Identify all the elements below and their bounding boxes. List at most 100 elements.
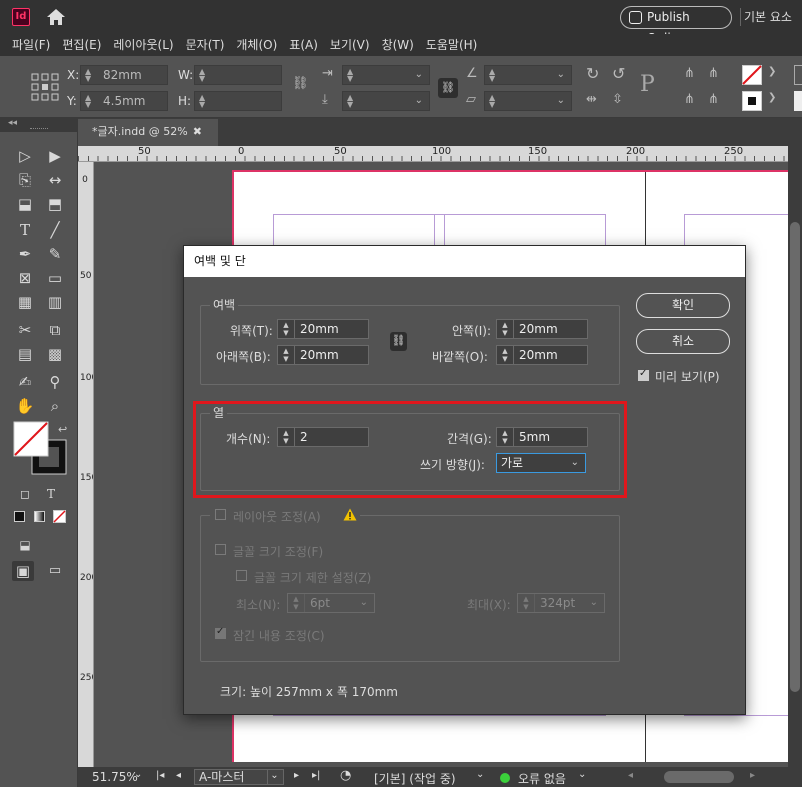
horizontal-ruler[interactable]: 50 0 50 100 150 200 250 — [78, 146, 802, 162]
page-tool-icon[interactable]: ⎘ — [14, 170, 36, 190]
shear-field[interactable]: ▲ ▼ ⌄ — [484, 91, 572, 111]
rotate-cw-icon[interactable]: ↻ — [586, 64, 599, 83]
preview-checkbox[interactable] — [638, 368, 649, 381]
h-field[interactable]: ▲ ▼ — [194, 91, 282, 111]
direct-selection-tool-icon[interactable]: ▶ — [44, 146, 66, 166]
y-field[interactable]: ▲ ▼ 4.5mm — [80, 91, 168, 111]
preflight-icon[interactable]: ◔ — [340, 768, 351, 783]
chevron-right-icon[interactable]: ❯ — [768, 92, 776, 103]
constrain-proportions-icon[interactable]: ⛓ — [292, 76, 309, 91]
gap-tool-icon[interactable]: ↔ — [44, 170, 66, 190]
chevron-right-icon[interactable]: ❯ — [768, 66, 776, 77]
vertical-ruler[interactable]: 0 50 100 150 200 250 — [78, 162, 94, 767]
font-size-adjust-checkbox[interactable] — [215, 544, 226, 555]
select-previous-icon[interactable]: ⋔ — [684, 92, 695, 107]
close-tab-icon[interactable]: ✖ — [193, 119, 202, 145]
pencil-tool-icon[interactable]: ✎ — [44, 244, 66, 264]
apply-color-icon[interactable] — [14, 511, 25, 522]
screen-mode-icon[interactable]: ⬓ — [14, 535, 36, 555]
content-collector-icon[interactable]: ⬓ — [14, 194, 36, 214]
scrollbar-thumb[interactable] — [790, 222, 800, 692]
table-tool-icon[interactable]: ▦ — [14, 292, 36, 312]
grid-tool-icon[interactable]: ▥ — [44, 292, 66, 312]
chevron-down-icon[interactable]: ⌄ — [476, 769, 484, 780]
flip-horizontal-icon[interactable]: ⇹ — [586, 92, 597, 107]
menu-edit[interactable]: 편집(E) — [56, 34, 107, 56]
menu-table[interactable]: 표(A) — [283, 34, 324, 56]
prev-page-icon[interactable]: ◂ — [176, 770, 181, 781]
chevron-down-icon[interactable]: ⌄ — [134, 769, 142, 780]
home-icon[interactable] — [46, 8, 66, 26]
preview-mode-icon[interactable]: ▭ — [44, 561, 66, 581]
eyedropper-tool-icon[interactable]: ⚲ — [44, 372, 66, 392]
ok-button[interactable]: 확인 — [636, 293, 730, 318]
select-content-icon[interactable]: ⋔ — [708, 66, 719, 81]
formatting-container-icon[interactable]: ◻ — [14, 484, 36, 504]
locked-content-checkbox[interactable] — [215, 626, 226, 639]
top-margin-field[interactable]: ▲ ▼ 20mm — [277, 319, 369, 339]
zoom-tool-icon[interactable]: ⌕ — [44, 396, 66, 416]
line-tool-icon[interactable]: ╱ — [44, 220, 66, 240]
cancel-button[interactable]: 취소 — [636, 329, 730, 354]
note-tool-icon[interactable]: ✍ — [14, 372, 36, 392]
layout-adjust-checkbox[interactable] — [215, 509, 226, 520]
type-tool-icon[interactable]: T — [14, 220, 36, 240]
gradient-feather-tool-icon[interactable]: ▩ — [44, 344, 66, 364]
menu-type[interactable]: 문자(T) — [180, 34, 231, 56]
selection-tool-icon[interactable]: ▷ — [14, 146, 36, 166]
scroll-right-icon[interactable]: ▸ — [750, 770, 755, 781]
preflight-profile[interactable]: [기본] (작업 중) — [374, 770, 456, 787]
document-tab[interactable]: *글자.indd @ 52% ✖ — [78, 119, 218, 146]
content-placer-icon[interactable]: ⬒ — [44, 194, 66, 214]
fill-swatch-icon[interactable] — [742, 65, 762, 85]
last-page-icon[interactable]: ▸| — [312, 770, 320, 781]
font-limit-checkbox[interactable] — [236, 570, 247, 581]
bottom-margin-field[interactable]: ▲ ▼ 20mm — [277, 345, 369, 365]
gradient-swatch-tool-icon[interactable]: ▤ — [14, 344, 36, 364]
apply-gradient-icon[interactable] — [34, 511, 45, 522]
stroke-weight-field[interactable] — [794, 65, 802, 85]
publish-online-button[interactable]: Publish Online — [620, 6, 732, 45]
w-field[interactable]: ▲ ▼ — [194, 65, 282, 85]
workspace-switcher[interactable]: 기본 요소 — [744, 8, 792, 25]
apply-none-icon[interactable] — [53, 510, 66, 523]
menu-window[interactable]: 창(W) — [376, 34, 420, 56]
hand-tool-icon[interactable]: ✋ — [14, 396, 36, 416]
rectangle-frame-tool-icon[interactable]: ⊠ — [14, 268, 36, 288]
x-field[interactable]: ▲ ▼ 82mm — [80, 65, 168, 85]
rectangle-tool-icon[interactable]: ▭ — [44, 268, 66, 288]
scissors-tool-icon[interactable]: ✂ — [14, 320, 36, 340]
free-transform-tool-icon[interactable]: ⧉ — [44, 320, 66, 340]
menu-view[interactable]: 보기(V) — [324, 34, 376, 56]
scroll-left-icon[interactable]: ◂ — [628, 770, 633, 781]
reference-point-icon[interactable] — [30, 72, 60, 102]
normal-view-icon[interactable]: ▣ — [12, 561, 34, 581]
rotate-field[interactable]: ▲ ▼ ⌄ — [484, 65, 572, 85]
min-size-field[interactable]: ▲ ▼ 6pt ⌄ — [287, 593, 375, 613]
scale-x-field[interactable]: ▲ ▼ ⌄ — [342, 65, 430, 85]
menu-file[interactable]: 파일(F) — [6, 34, 56, 56]
horizontal-scrollbar-thumb[interactable] — [664, 771, 734, 783]
outside-margin-field[interactable]: ▲ ▼ 20mm — [496, 345, 588, 365]
pen-tool-icon[interactable]: ✒ — [14, 244, 36, 264]
chevron-down-icon[interactable]: ⌄ — [578, 769, 586, 780]
link-scale-icon[interactable]: ⛓ — [438, 78, 458, 98]
inside-margin-field[interactable]: ▲ ▼ 20mm — [496, 319, 588, 339]
first-page-icon[interactable]: |◂ — [156, 770, 164, 781]
select-container-icon[interactable]: ⋔ — [684, 66, 695, 81]
max-size-field[interactable]: ▲ ▼ 324pt ⌄ — [517, 593, 605, 613]
menu-object[interactable]: 개체(O) — [230, 34, 283, 56]
rotate-ccw-icon[interactable]: ↺ — [612, 64, 625, 83]
select-next-icon[interactable]: ⋔ — [708, 92, 719, 107]
stroke-swatch-icon[interactable] — [742, 91, 762, 111]
scale-y-field[interactable]: ▲ ▼ ⌄ — [342, 91, 430, 111]
link-margins-icon[interactable]: ⛓ — [390, 332, 407, 351]
page-number-field[interactable]: A-마스터 ⌄ — [194, 769, 284, 785]
zoom-level[interactable]: 51.75% — [92, 770, 138, 784]
flip-vertical-icon[interactable]: ⇳ — [612, 92, 623, 107]
menu-layout[interactable]: 레이아웃(L) — [107, 34, 179, 56]
next-page-icon[interactable]: ▸ — [294, 770, 299, 781]
formatting-text-icon[interactable]: T — [40, 484, 62, 504]
stroke-type-field[interactable] — [794, 91, 802, 111]
fill-stroke-swatch-icon[interactable]: ↩ — [12, 420, 70, 478]
